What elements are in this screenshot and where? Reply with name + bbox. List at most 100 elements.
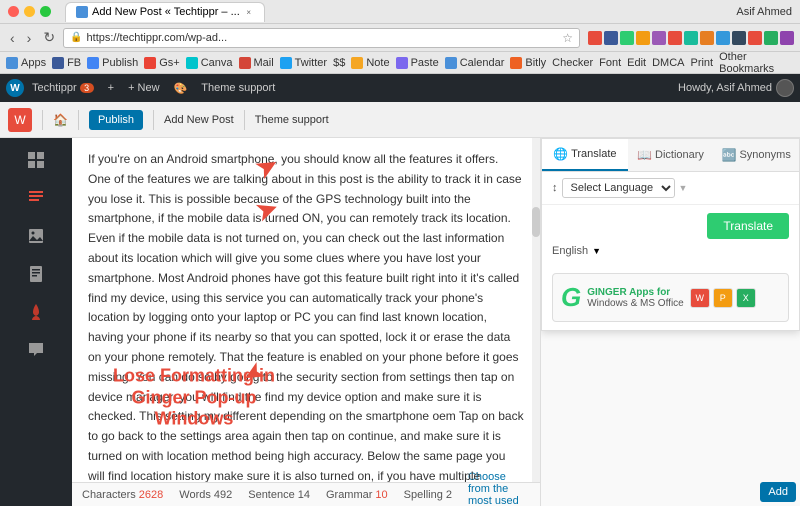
grammar-count: 10 [375, 489, 387, 501]
bookmark-calendar[interactable]: Calendar [445, 57, 505, 69]
ginger-popup: 🌐 Translate 📖 Dictionary 🔤 Synonyms ↕ Se… [541, 138, 800, 331]
editor-wrapper: If you're on an Android smartphone, you … [72, 138, 540, 482]
bookmark-mail[interactable]: Mail [239, 57, 274, 69]
bookmark-edit[interactable]: Edit [627, 57, 646, 69]
bookmark-dmca[interactable]: DMCA [652, 57, 684, 69]
bookmark-bitly[interactable]: Bitly [510, 57, 546, 69]
language-select[interactable]: Select Language [562, 178, 675, 198]
bookmark-star-icon[interactable]: ☆ [562, 31, 573, 45]
status-characters: Characters 2628 [82, 489, 163, 501]
nav-ext-9 [716, 31, 730, 45]
bookmark-publish[interactable]: Publish [87, 57, 138, 69]
translate-button[interactable]: Translate [707, 213, 789, 239]
bookmark-paste[interactable]: Paste [396, 57, 439, 69]
address-bar[interactable]: 🔒 https://techtippr.com/wp-ad... ☆ [63, 28, 580, 48]
bookmark-apps[interactable]: Apps [6, 57, 46, 69]
maximize-button[interactable] [40, 6, 51, 17]
note-icon [351, 57, 363, 69]
nav-bar: ‹ › ↻ 🔒 https://techtippr.com/wp-ad... ☆ [0, 24, 800, 52]
bookmark-print[interactable]: Print [690, 57, 713, 69]
twitter-icon [280, 57, 292, 69]
bookmark-font[interactable]: Font [599, 57, 621, 69]
status-grammar: Grammar 10 [326, 489, 388, 501]
nav-ext-11 [748, 31, 762, 45]
editor-area: If you're on an Android smartphone, you … [72, 138, 540, 506]
nav-ext-13 [780, 31, 794, 45]
ginger-ad-content: GINGER Apps for Windows & MS Office [587, 287, 684, 309]
bookmark-checker[interactable]: Checker [552, 57, 593, 69]
close-button[interactable] [8, 6, 19, 17]
bookmark-print-label: Print [690, 57, 713, 69]
other-bookmarks-label[interactable]: Other Bookmarks [719, 52, 794, 74]
ginger-tab-synonyms[interactable]: 🔤 Synonyms [713, 139, 799, 171]
wp-new-button[interactable]: + New [122, 74, 166, 102]
scrollbar-thumb[interactable] [532, 207, 540, 237]
sidebar-posts[interactable] [18, 180, 54, 216]
wp-theme-support-label: Theme support [201, 82, 275, 94]
english-label: English [552, 245, 588, 257]
publish-button[interactable]: Publish [89, 110, 143, 130]
back-button[interactable]: ‹ [6, 28, 19, 48]
synonyms-icon: 🔤 [722, 148, 737, 162]
sidebar-comments[interactable] [18, 332, 54, 368]
bookmark-gs[interactable]: Gs+ [144, 57, 179, 69]
bookmark-checker-label: Checker [552, 57, 593, 69]
ginger-language-row: ↕ Select Language ▼ [542, 172, 799, 205]
fb-icon [52, 57, 64, 69]
characters-label: Characters [82, 489, 136, 501]
wp-customize[interactable]: 🎨 [168, 74, 194, 102]
wp-howdy-text: Howdy, Asif Ahmed [678, 82, 772, 94]
wp-logo[interactable]: W [6, 79, 24, 97]
wp-plus-icon[interactable]: + [102, 74, 120, 102]
spelling-count: 2 [446, 489, 452, 501]
bookmark-bitly-label: Bitly [525, 57, 546, 69]
bookmark-font-label: Font [599, 57, 621, 69]
calendar-icon [445, 57, 457, 69]
gs-icon [144, 57, 156, 69]
bookmark-dollar[interactable]: $$ [333, 57, 345, 69]
toolbar-separator-1 [42, 110, 43, 130]
add-button[interactable]: Add [760, 482, 796, 502]
bookmark-fb[interactable]: FB [52, 57, 81, 69]
lock-icon: 🔒 [70, 32, 82, 43]
ginger-ad: G GINGER Apps for Windows & MS Office W … [552, 273, 789, 322]
status-words: Words 492 [179, 489, 232, 501]
right-panel: 🌐 Translate 📖 Dictionary 🔤 Synonyms ↕ Se… [540, 138, 800, 506]
refresh-button[interactable]: ↻ [39, 27, 59, 48]
status-bar: Characters 2628 Words 492 Sentence 14 Gr… [72, 482, 540, 506]
bookmark-canva[interactable]: Canva [186, 57, 233, 69]
words-label: Words [179, 489, 211, 501]
bookmark-apps-label: Apps [21, 57, 46, 69]
publish-icon [87, 57, 99, 69]
bookmark-paste-label: Paste [411, 57, 439, 69]
bookmark-note[interactable]: Note [351, 57, 389, 69]
bookmark-calendar-label: Calendar [460, 57, 505, 69]
nav-ext-4 [636, 31, 650, 45]
tab-close-button[interactable]: × [244, 7, 254, 17]
wp-sidebar [0, 138, 72, 506]
browser-tab[interactable]: Add New Post « Techtippr – ... × [65, 2, 265, 22]
forward-button[interactable]: › [23, 28, 36, 48]
toolbar-separator-2 [78, 110, 79, 130]
ginger-ad-icons: W P X [690, 288, 756, 308]
sidebar-media[interactable] [18, 218, 54, 254]
minimize-button[interactable] [24, 6, 35, 17]
sidebar-flame[interactable] [18, 294, 54, 330]
sidebar-pages[interactable] [18, 256, 54, 292]
wp-theme-support[interactable]: Theme support [195, 74, 281, 102]
office-word-icon: W [690, 288, 710, 308]
wp-new-label: + New [128, 82, 160, 94]
bookmark-gs-label: Gs+ [159, 57, 179, 69]
scrollbar-track[interactable] [532, 138, 540, 482]
ginger-tab-translate[interactable]: 🌐 Translate [542, 139, 628, 171]
editor-text[interactable]: If you're on an Android smartphone, you … [88, 150, 524, 482]
tab-favicon [76, 6, 88, 18]
bookmark-twitter[interactable]: Twitter [280, 57, 327, 69]
nav-ext-2 [604, 31, 618, 45]
editor-content[interactable]: If you're on an Android smartphone, you … [72, 138, 540, 482]
office-excel-icon: X [736, 288, 756, 308]
ginger-ad-subtitle: Windows & MS Office [587, 298, 684, 309]
sidebar-dashboard[interactable] [18, 142, 54, 178]
ginger-tab-dictionary[interactable]: 📖 Dictionary [628, 139, 714, 171]
wp-site-name[interactable]: Techtippr 3 [26, 74, 100, 102]
